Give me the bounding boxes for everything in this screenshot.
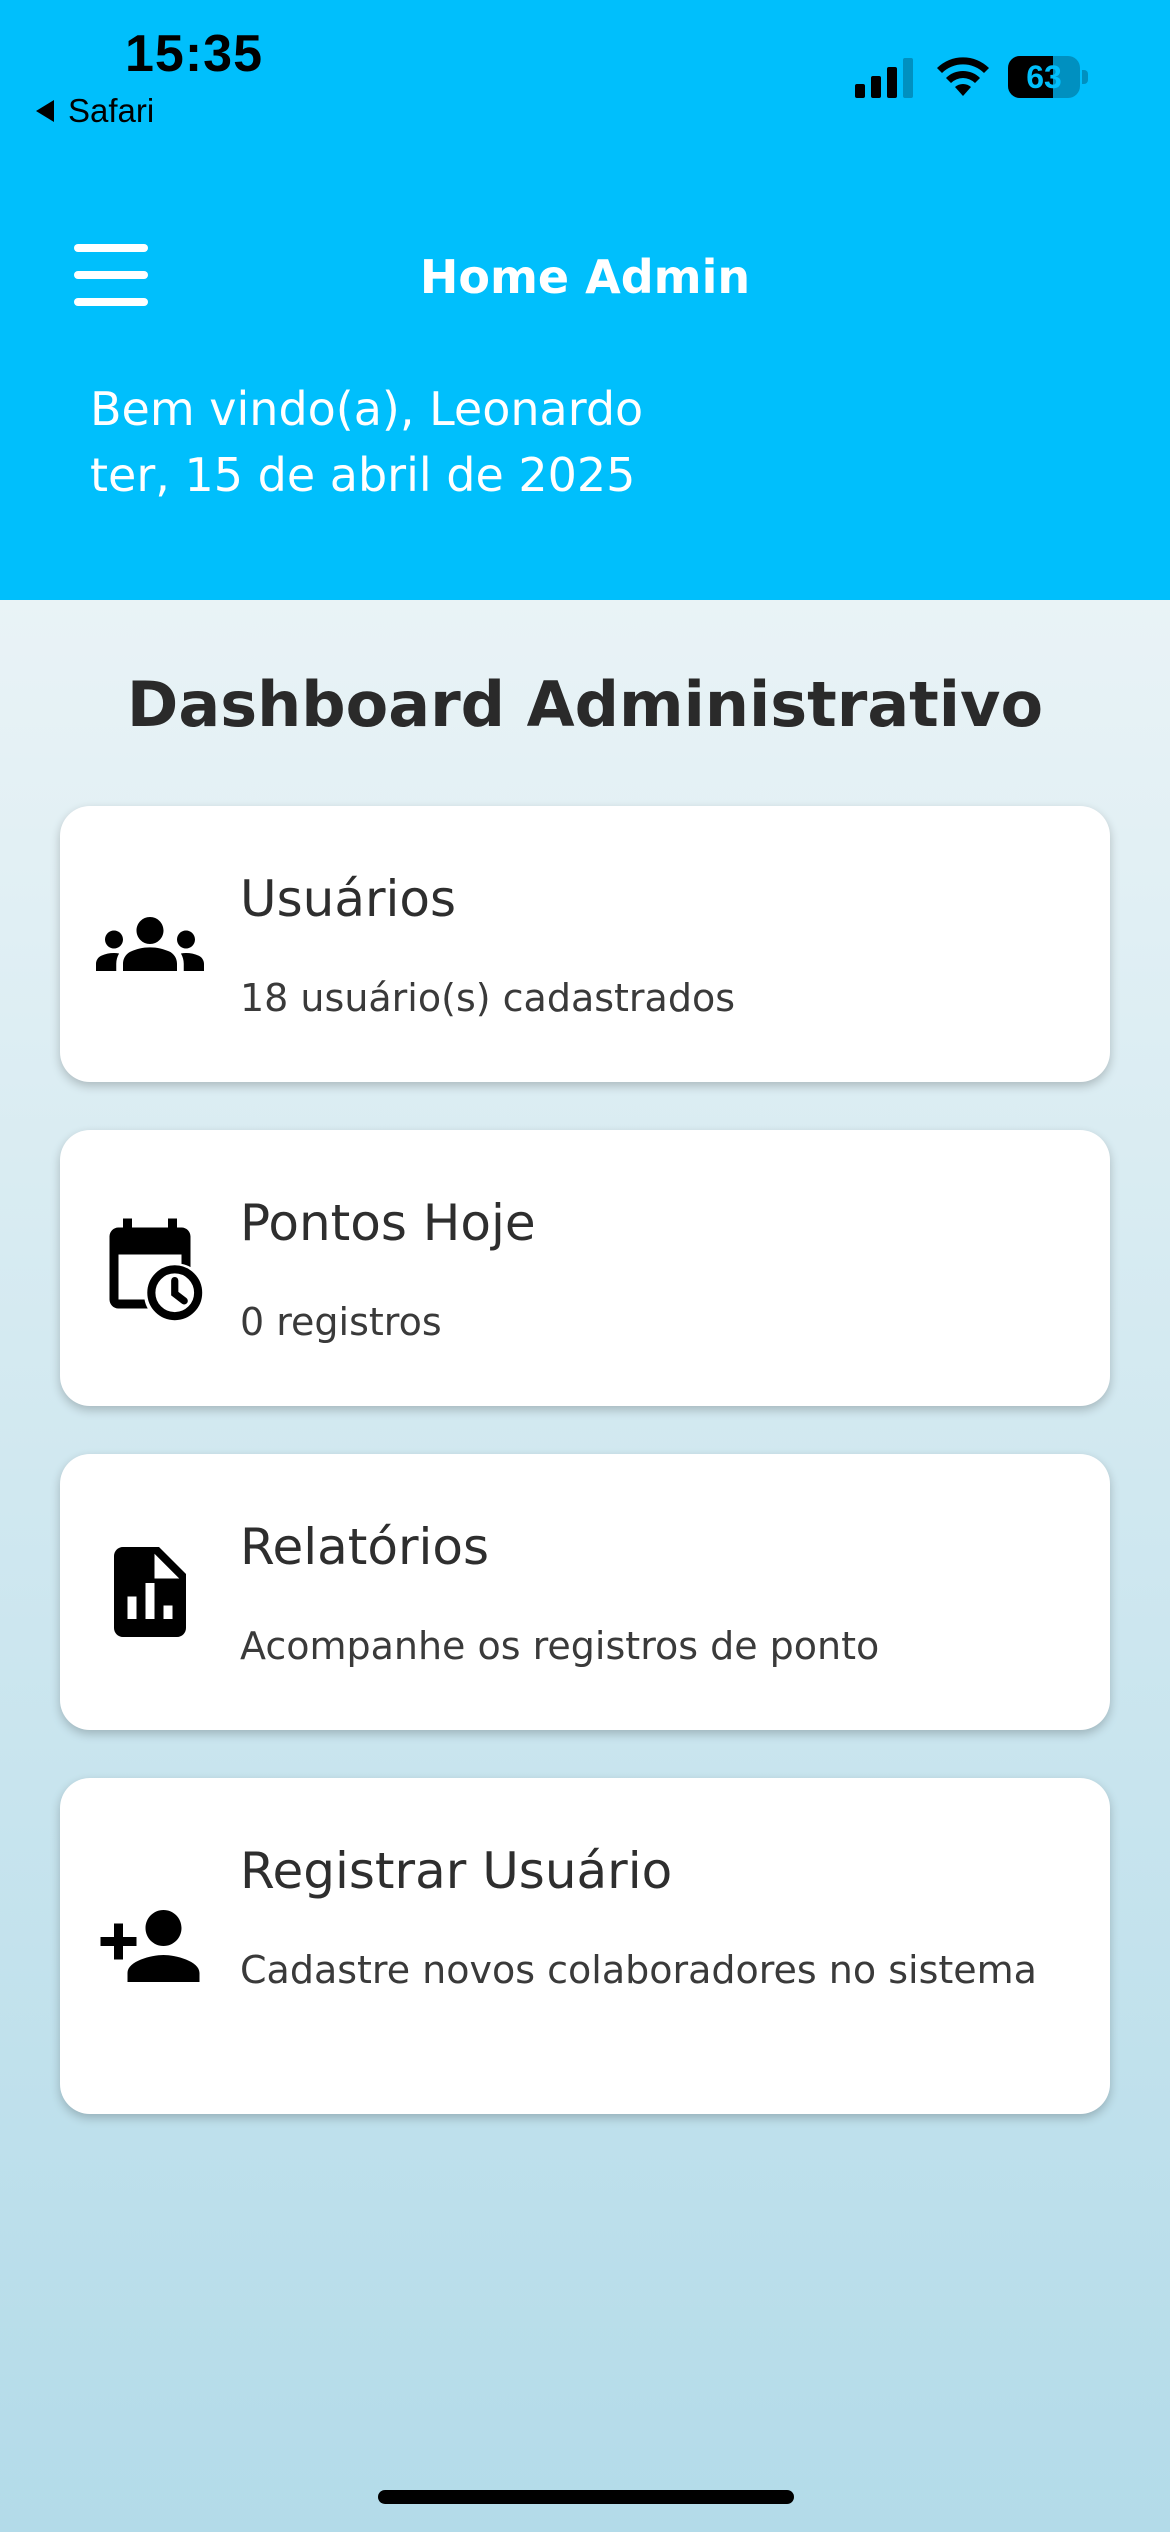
back-to-safari-button[interactable]: Safari xyxy=(36,92,154,130)
battery-percent: 63 xyxy=(1026,59,1062,95)
battery-icon: 63 xyxy=(1008,56,1088,98)
app-header: 15:35 Safari 63 Home Admin Bem vindo(a),… xyxy=(0,0,1170,600)
card-subtitle: Cadastre novos colaboradores no sistema xyxy=(240,1948,1037,1992)
cellular-signal-icon xyxy=(855,58,913,98)
card-title: Pontos Hoje xyxy=(240,1194,536,1252)
users-group-icon xyxy=(96,917,204,971)
page-title: Home Admin xyxy=(419,250,751,304)
card-subtitle: Acompanhe os registros de ponto xyxy=(240,1624,880,1668)
report-document-icon xyxy=(114,1547,186,1637)
date-text: ter, 15 de abril de 2025 xyxy=(90,448,636,502)
wifi-icon xyxy=(937,57,989,96)
card-title: Relatórios xyxy=(240,1518,490,1576)
dashboard-title: Dashboard Administrativo xyxy=(126,668,1044,741)
person-add-icon xyxy=(100,1910,200,1982)
back-app-label: Safari xyxy=(68,92,155,129)
calendar-clock-icon xyxy=(109,1218,203,1321)
users-card[interactable]: Usuários 18 usuário(s) cadastrados xyxy=(60,806,1110,1082)
card-title: Registrar Usuário xyxy=(240,1842,673,1900)
back-arrow-icon xyxy=(36,100,54,122)
card-subtitle: 18 usuário(s) cadastrados xyxy=(240,976,736,1020)
home-indicator xyxy=(378,2490,794,2504)
reports-card[interactable]: Relatórios Acompanhe os registros de pon… xyxy=(60,1454,1110,1730)
today-punches-card[interactable]: Pontos Hoje 0 registros xyxy=(60,1130,1110,1406)
register-user-card[interactable]: Registrar Usuário Cadastre novos colabor… xyxy=(60,1778,1110,2114)
card-title: Usuários xyxy=(240,870,457,928)
welcome-block: Bem vindo(a), Leonardo ter, 15 de abril … xyxy=(90,376,643,508)
welcome-text: Bem vindo(a), Leonardo xyxy=(90,382,644,436)
card-subtitle: 0 registros xyxy=(240,1300,442,1344)
status-time: 15:35 xyxy=(125,25,263,83)
